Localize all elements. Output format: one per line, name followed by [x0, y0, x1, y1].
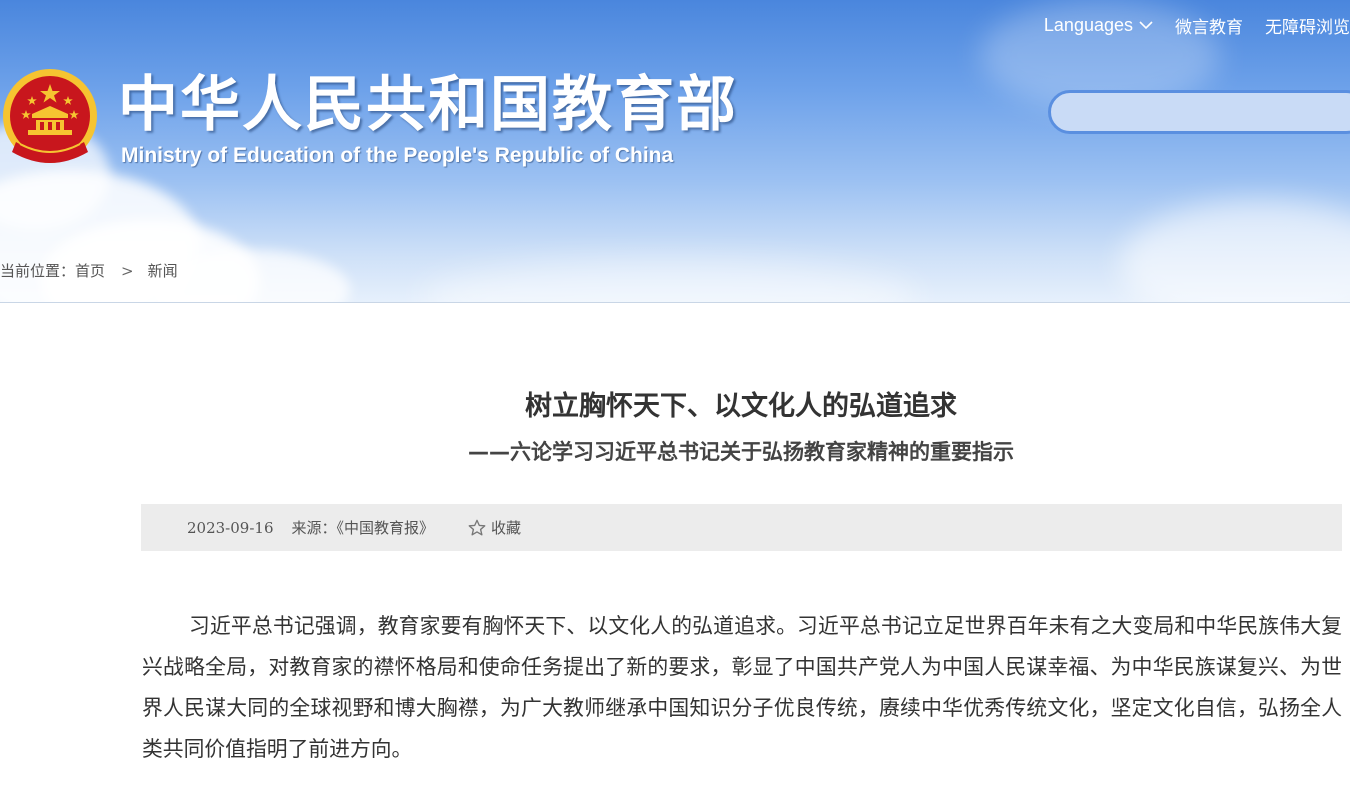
article-body-paragraph: 习近平总书记强调，教育家要有胸怀天下、以文化人的弘道追求。习近平总书记立足世界百… — [142, 614, 1342, 761]
search-input[interactable] — [1048, 90, 1350, 134]
article-source: 来源：《中国教育报》 — [291, 519, 434, 537]
publish-date: 2023-09-16 — [187, 518, 274, 537]
favorite-label: 收藏 — [491, 519, 522, 537]
star-outline-icon — [468, 519, 486, 536]
languages-label: Languages — [1043, 14, 1133, 35]
site-header-banner: 中华人民共和国教育部 Ministry of Education of the … — [0, 0, 1350, 303]
breadcrumb-label: 当前位置： — [0, 262, 76, 280]
breadcrumb-current-news[interactable]: 新闻 — [148, 260, 178, 281]
decorative-cloud — [420, 260, 920, 302]
breadcrumb-separator: > — [121, 261, 134, 280]
article-meta-bar: 2023-09-16 来源：《中国教育报》 收藏 — [141, 504, 1342, 551]
decorative-cloud — [1120, 200, 1350, 302]
chevron-down-icon — [1139, 21, 1153, 30]
breadcrumb: 当前位置： 首页 > 新闻 — [0, 260, 178, 281]
breadcrumb-home-link[interactable]: 首页 — [75, 260, 105, 281]
favorite-button[interactable]: 收藏 — [468, 517, 521, 538]
accessibility-link[interactable]: 无障碍浏览 — [1265, 13, 1350, 38]
article-title: 树立胸怀天下、以文化人的弘道追求 — [525, 391, 957, 422]
languages-menu[interactable]: Languages — [1044, 15, 1153, 36]
national-emblem-icon[interactable] — [2, 66, 98, 170]
weiyan-education-link[interactable]: 微言教育 — [1175, 13, 1243, 38]
site-subtitle-english: Ministry of Education of the People's Re… — [121, 144, 674, 167]
article-subtitle: ——六论学习习近平总书记关于弘扬教育家精神的重要指示 — [468, 440, 1014, 464]
site-title[interactable]: 中华人民共和国教育部 — [118, 70, 738, 140]
top-navigation: Languages 微言教育 无障碍浏览 — [1044, 12, 1350, 38]
